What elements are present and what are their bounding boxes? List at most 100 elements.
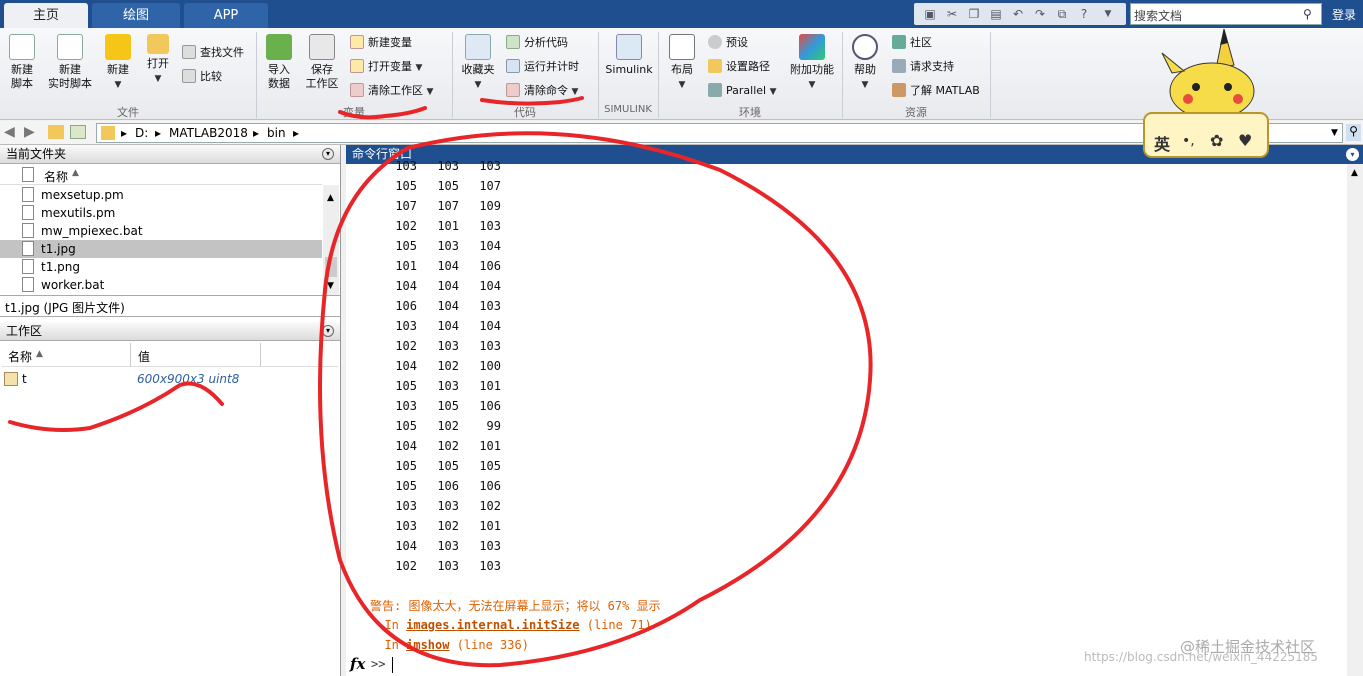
ime-indicator[interactable]: 英 <box>1154 131 1170 155</box>
panel-menu-icon[interactable]: ▾ <box>322 325 334 337</box>
matrix-value: 99 <box>486 419 501 433</box>
path-segment[interactable]: D: <box>135 124 148 142</box>
bat-file-icon <box>22 277 34 292</box>
search-folder-icon[interactable]: ⚲ <box>1346 124 1361 141</box>
workspace-header[interactable]: 名称 ▲ 值 <box>2 343 338 367</box>
forward-icon[interactable]: ▶ <box>24 124 35 140</box>
tab-apps[interactable]: APP <box>184 3 268 28</box>
matrix-value: 107 <box>479 179 501 193</box>
help-icon[interactable]: ? <box>1076 6 1092 22</box>
workspace-title: 工作区 ▾ <box>0 322 340 341</box>
list-item[interactable]: mw_mpiexec.bat <box>20 222 143 240</box>
new-script-button[interactable]: 新建 脚本 <box>4 34 40 91</box>
matrix-value: 107 <box>437 199 459 213</box>
open-variable-button[interactable]: 打开变量 ▼ <box>350 58 422 76</box>
matrix-value: 105 <box>395 479 417 493</box>
request-support-button[interactable]: 请求支持 <box>892 58 954 76</box>
list-item[interactable]: mexutils.pm <box>20 204 115 222</box>
gear-icon[interactable]: ✿ <box>1210 131 1223 150</box>
list-item-selected[interactable]: t1.jpg <box>0 240 322 258</box>
list-item[interactable]: mexsetup.pm <box>20 186 124 204</box>
scroll-thumb[interactable] <box>325 257 337 277</box>
stack-link-initsize[interactable]: images.internal.initSize <box>406 618 579 632</box>
support-icon <box>892 59 906 73</box>
tab-plots[interactable]: 绘图 <box>92 3 180 28</box>
line-link[interactable]: (line 71) <box>580 618 652 632</box>
new-button[interactable]: 新建 ▼ <box>100 34 136 92</box>
clear-commands-button[interactable]: 清除命令 ▼ <box>506 82 578 100</box>
command-prompt[interactable]: >> <box>371 657 385 671</box>
browse-folder-icon[interactable] <box>70 125 86 139</box>
redo-icon[interactable]: ↷ <box>1032 6 1048 22</box>
list-item[interactable]: t1.png <box>20 258 80 276</box>
import-data-button[interactable]: 导入 数据 <box>262 34 296 91</box>
line-link[interactable]: (line 336) <box>449 638 529 652</box>
gear-icon <box>708 35 722 49</box>
save-workspace-button[interactable]: 保存 工作区 <box>302 34 342 91</box>
back-icon[interactable]: ◀ <box>4 124 15 140</box>
punctuation-icon[interactable]: •, <box>1182 133 1195 149</box>
path-segment[interactable]: bin <box>267 124 286 142</box>
search-docs-input[interactable]: 搜索文档 ⚲ <box>1130 3 1322 25</box>
open-button[interactable]: 打开 ▼ <box>142 34 174 86</box>
new-live-script-button[interactable]: 新建 实时脚本 <box>46 34 94 91</box>
stack-link-imshow[interactable]: imshow <box>406 638 449 652</box>
matrix-value: 103 <box>395 319 417 333</box>
matrix-value: 105 <box>437 399 459 413</box>
function-browser-icon[interactable]: fx <box>350 655 365 673</box>
up-folder-icon[interactable] <box>48 125 64 139</box>
scroll-up-icon[interactable]: ▲ <box>1351 168 1358 178</box>
layout-button[interactable]: 布局 ▼ <box>664 34 700 92</box>
text-cursor <box>392 657 393 673</box>
paste-icon[interactable]: ▤ <box>988 6 1004 22</box>
switch-windows-icon[interactable]: ⧉ <box>1054 6 1070 22</box>
preferences-button[interactable]: 预设 <box>708 34 748 52</box>
chevron-down-icon[interactable]: ▼ <box>1100 6 1116 22</box>
clear-workspace-button[interactable]: 清除工作区 ▼ <box>350 82 433 100</box>
path-segment[interactable]: MATLAB2018 <box>169 124 248 142</box>
search-icon[interactable]: ⚲ <box>1303 7 1312 21</box>
matrix-value: 102 <box>437 419 459 433</box>
matrix-value: 103 <box>479 219 501 233</box>
panel-menu-icon[interactable]: ▾ <box>322 148 334 160</box>
tab-home[interactable]: 主页 <box>4 3 88 28</box>
matrix-value: 104 <box>395 539 417 553</box>
file-icon <box>22 205 34 220</box>
heart-icon[interactable]: ♥ <box>1238 131 1252 150</box>
panel-menu-icon[interactable]: ▾ <box>1346 148 1359 161</box>
cut-icon[interactable]: ✂ <box>944 6 960 22</box>
analyze-code-button[interactable]: 分析代码 <box>506 34 568 52</box>
new-live-script-icon <box>57 34 83 60</box>
set-path-button[interactable]: 设置路径 <box>708 58 770 76</box>
simulink-button[interactable]: Simulink <box>603 34 655 77</box>
command-window[interactable]: 命令行窗口 ▾ 103 103 103 105 105 107 107 107 109 102 10… <box>346 145 1363 676</box>
chevron-down-icon[interactable]: ▼ <box>1331 124 1338 142</box>
matrix-value: 101 <box>437 219 459 233</box>
undo-icon[interactable]: ↶ <box>1010 6 1026 22</box>
matrix-value: 106 <box>479 399 501 413</box>
addons-button[interactable]: 附加功能 ▼ <box>786 34 838 92</box>
list-item[interactable]: worker.bat <box>20 276 104 294</box>
file-list-header[interactable]: 名称 ▲ <box>0 165 322 185</box>
matrix-value: 101 <box>395 259 417 273</box>
scroll-down-icon[interactable]: ▼ <box>327 281 334 291</box>
save-icon[interactable]: ▣ <box>922 6 938 22</box>
matrix-value: 105 <box>395 419 417 433</box>
scrollbar[interactable]: ▲ <box>1347 164 1363 676</box>
table-row[interactable]: t 600x900x3 uint8 <box>2 371 338 389</box>
copy-icon[interactable]: ❐ <box>966 6 982 22</box>
find-files-button[interactable]: 查找文件 <box>182 44 244 62</box>
compare-button[interactable]: 比较 <box>182 68 222 86</box>
help-button[interactable]: 帮助 ▼ <box>848 34 882 92</box>
scroll-up-icon[interactable]: ▲ <box>327 193 334 203</box>
scrollbar[interactable]: ▲ ▼ <box>323 185 339 295</box>
run-and-time-button[interactable]: 运行并计时 <box>506 58 579 76</box>
parallel-button[interactable]: Parallel ▼ <box>708 82 777 100</box>
bat-file-icon <box>22 223 34 238</box>
matrix-value: 103 <box>437 559 459 573</box>
favorites-button[interactable]: 收藏夹 ▼ <box>458 34 498 92</box>
community-button[interactable]: 社区 <box>892 34 932 52</box>
learn-matlab-button[interactable]: 了解 MATLAB <box>892 82 980 100</box>
login-link[interactable]: 登录 <box>1332 6 1356 23</box>
new-variable-button[interactable]: 新建变量 <box>350 34 412 52</box>
